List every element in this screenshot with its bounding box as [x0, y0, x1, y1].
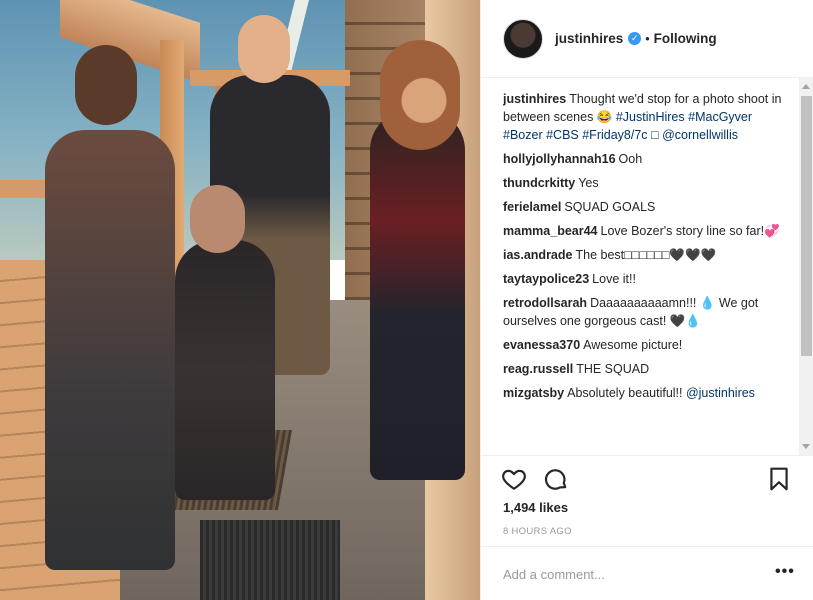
- more-options-icon[interactable]: •••: [775, 563, 795, 581]
- comment-item: thundcrkitty Yes: [503, 174, 793, 192]
- separator-dot: •: [645, 31, 650, 46]
- photo-person-head: [380, 40, 460, 150]
- comment-bubble-icon[interactable]: [543, 466, 569, 492]
- hashtag-link[interactable]: #Friday8/7c: [582, 128, 647, 142]
- comment-text: SQUAD GOALS: [564, 200, 656, 214]
- comment-username[interactable]: evanessa370: [503, 338, 580, 352]
- add-comment-bar: •••: [481, 546, 813, 600]
- comment-username[interactable]: reag.russell: [503, 362, 573, 376]
- comment-item: taytaypolice23 Love it!!: [503, 270, 793, 288]
- heart-icon[interactable]: [501, 466, 527, 492]
- comment-username[interactable]: retrodollsarah: [503, 296, 587, 310]
- scroll-up-arrow-icon[interactable]: [802, 84, 810, 89]
- comment-item: reag.russell THE SQUAD: [503, 360, 793, 378]
- hashtag-link[interactable]: #MacGyver: [688, 110, 752, 124]
- post-side-panel: justinhires ✓ • Following justinhires Tho…: [480, 0, 813, 600]
- photo-person-head: [238, 15, 290, 83]
- scroll-down-arrow-icon[interactable]: [802, 444, 810, 449]
- comment-username[interactable]: thundcrkitty: [503, 176, 575, 190]
- post-photo[interactable]: [0, 0, 480, 600]
- comment-username[interactable]: ias.andrade: [503, 248, 572, 262]
- action-bar: [481, 455, 813, 505]
- comment-text: THE SQUAD: [576, 362, 650, 376]
- comment-item: evanessa370 Awesome picture!: [503, 336, 793, 354]
- comment-item: retrodollsarah Daaaaaaaaaamn!!! 💧 We got …: [503, 294, 793, 330]
- photo-person: [45, 130, 175, 570]
- comment-item: justinhires Thought we'd stop for a photo…: [503, 90, 793, 144]
- likes-count[interactable]: 1,494 likes: [503, 500, 568, 515]
- comment-text: Awesome picture!: [583, 338, 683, 352]
- photo-person-head: [75, 45, 137, 125]
- comment-username[interactable]: mamma_bear44: [503, 224, 598, 238]
- scrollbar-thumb[interactable]: [801, 96, 812, 356]
- comment-item: ferielamel SQUAD GOALS: [503, 198, 793, 216]
- comment-text: Ooh: [618, 152, 643, 166]
- photo-person: [175, 240, 275, 500]
- hashtag-link[interactable]: #CBS: [546, 128, 579, 142]
- comment-list: justinhires Thought we'd stop for a photo…: [503, 90, 793, 456]
- comment-username[interactable]: mizgatsby: [503, 386, 564, 400]
- comment-item: mamma_bear44 Love Bozer's story line so f…: [503, 222, 793, 240]
- comment-item: hollyjollyhannah16 Ooh: [503, 150, 793, 168]
- hashtag-link[interactable]: #Bozer: [503, 128, 543, 142]
- comment-username[interactable]: justinhires: [503, 92, 566, 106]
- comment-input[interactable]: [503, 563, 753, 585]
- comment-text: Love it!!: [592, 272, 636, 286]
- comment-item: mizgatsby Absolutely beautiful!! @justinh…: [503, 384, 793, 402]
- comment-username[interactable]: ferielamel: [503, 200, 561, 214]
- post-timestamp[interactable]: 8 HOURS AGO: [503, 526, 572, 537]
- verified-badge-icon: ✓: [628, 32, 642, 45]
- following-button[interactable]: Following: [654, 31, 717, 46]
- comment-item: ias.andrade The best□□□□□□🖤🖤🖤: [503, 246, 793, 264]
- comment-glyph: □: [651, 128, 659, 142]
- comment-text: Yes: [578, 176, 599, 190]
- comment-text: Love Bozer's story line so far!💞: [600, 224, 780, 238]
- comment-text: The best□□□□□□🖤🖤🖤: [575, 248, 717, 262]
- comment-text: Absolutely beautiful!!: [567, 386, 686, 400]
- author-username[interactable]: justinhires: [555, 31, 623, 46]
- photo-person-head: [190, 185, 245, 253]
- comment-username[interactable]: taytaypolice23: [503, 272, 589, 286]
- author-avatar[interactable]: [503, 18, 543, 59]
- photo-doormat: [200, 520, 340, 600]
- mention-link[interactable]: @cornellwillis: [662, 128, 738, 142]
- bookmark-icon[interactable]: [766, 466, 792, 492]
- comments-scrollbar[interactable]: [799, 78, 813, 455]
- hashtag-link[interactable]: #JustinHires: [616, 110, 685, 124]
- comment-username[interactable]: hollyjollyhannah16: [503, 152, 616, 166]
- post-header: justinhires ✓ • Following: [481, 0, 813, 78]
- photo-person: [370, 110, 465, 480]
- mention-link[interactable]: @justinhires: [686, 386, 755, 400]
